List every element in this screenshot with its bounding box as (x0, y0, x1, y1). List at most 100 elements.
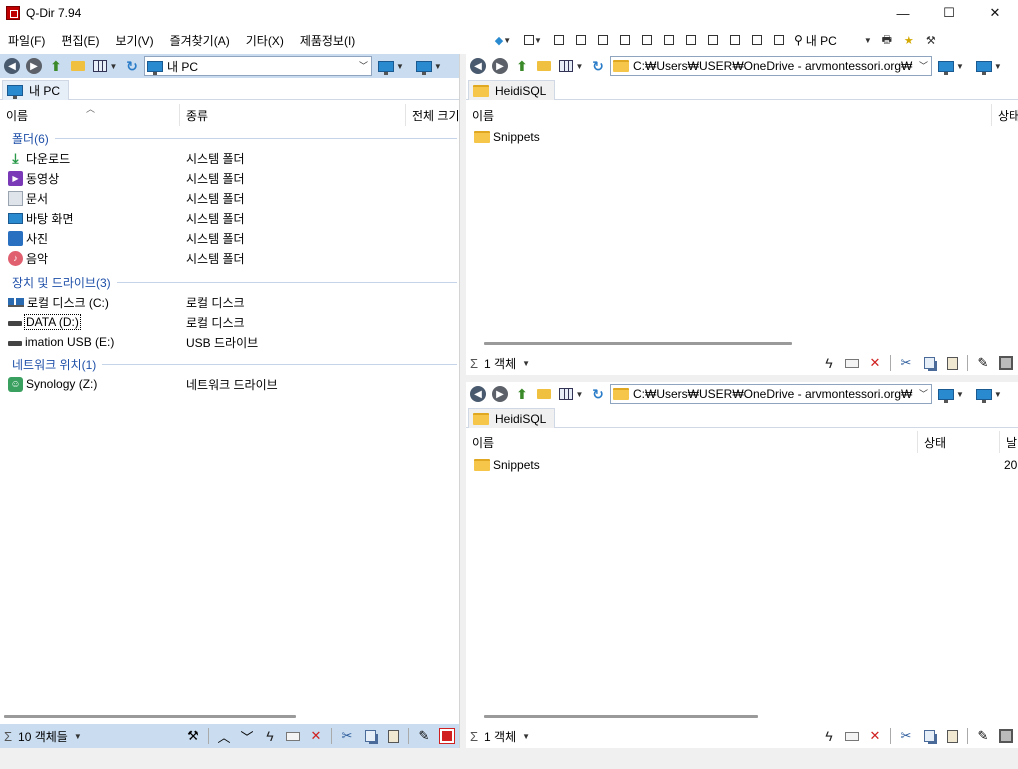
list-item[interactable]: ♪ 음악 시스템 폴더 (0, 248, 459, 268)
up-button[interactable]: ⬆ (512, 384, 532, 404)
layout-8-button[interactable] (702, 30, 724, 50)
list-item[interactable]: 로컬 디스크 (C:) 로컬 디스크 (0, 292, 459, 312)
copy-icon[interactable] (360, 726, 380, 746)
favorites-star-icon[interactable]: ★ (898, 30, 920, 50)
back-button[interactable]: ◀ (468, 56, 488, 76)
forward-button[interactable]: ▶ (490, 384, 510, 404)
layout-10-button[interactable] (746, 30, 768, 50)
layout-6-button[interactable] (658, 30, 680, 50)
column-name[interactable]: 이름 (466, 431, 918, 453)
close-button[interactable]: ✕ (972, 0, 1018, 26)
tab-this-pc[interactable]: 내 PC (2, 80, 70, 100)
delete-icon[interactable]: ✕ (306, 726, 326, 746)
list-item[interactable]: imation USB (E:) USB 드라이브 (0, 332, 459, 352)
lightning-icon[interactable]: ϟ (819, 353, 839, 373)
forward-button[interactable]: ▶ (24, 56, 44, 76)
item-count-dropdown[interactable]: 1 객체 ▼ (484, 728, 530, 745)
location-dropdown[interactable]: ⚲ 내 PC ▼ (790, 32, 876, 49)
list-item[interactable]: 사진 시스템 폴더 (0, 228, 459, 248)
copy-icon[interactable] (919, 726, 939, 746)
horizontal-splitter[interactable] (466, 375, 1018, 382)
rename-pen-icon[interactable]: ✎ (973, 726, 993, 746)
menu-view[interactable]: 보기(V) (107, 32, 161, 49)
paste-icon[interactable] (383, 726, 403, 746)
new-folder-button[interactable] (534, 56, 554, 76)
view-mode-button[interactable]: ▼ (556, 384, 586, 404)
horizontal-scrollbar[interactable] (484, 715, 758, 718)
paste-icon[interactable] (942, 353, 962, 373)
pane-view-button-2[interactable]: ▼ (975, 60, 1002, 75)
up-button[interactable]: ⬆ (512, 56, 532, 76)
menu-info[interactable]: 제품정보(I) (292, 32, 364, 49)
address-dropdown-icon[interactable]: ﹀ (919, 59, 928, 72)
group-header-folders[interactable]: 폴더(6) (0, 128, 459, 148)
chevron-up-icon[interactable]: ︿ (214, 726, 234, 746)
tab-heidisql[interactable]: HeidiSQL (468, 408, 556, 428)
layout-3-button[interactable] (592, 30, 614, 50)
pane-view-button-1[interactable]: ▼ (378, 60, 404, 75)
refresh-button[interactable]: ↻ (588, 384, 608, 404)
menu-favorites[interactable]: 즐겨찾기(A) (162, 32, 238, 49)
address-dropdown-icon[interactable]: ﹀ (919, 387, 928, 400)
address-bar[interactable]: 내 PC ﹀ (144, 56, 372, 76)
list-item[interactable]: ☺ Synology (Z:) 네트워크 드라이브 (0, 374, 459, 394)
menu-edit[interactable]: 편집(E) (53, 32, 107, 49)
menu-extras[interactable]: 기타(X) (238, 32, 292, 49)
cut-icon[interactable]: ✂ (896, 353, 916, 373)
cut-icon[interactable]: ✂ (896, 726, 916, 746)
lightning-icon[interactable]: ϟ (819, 726, 839, 746)
list-item[interactable]: Snippets (466, 127, 1018, 147)
list-item[interactable]: Snippets 20 (466, 455, 1018, 475)
pane-view-button-1[interactable]: ▼ (938, 388, 964, 403)
pane-view-button-1[interactable]: ▼ (938, 60, 964, 75)
layout-9-button[interactable] (724, 30, 746, 50)
horizontal-scrollbar[interactable] (484, 342, 792, 345)
up-button[interactable]: ⬆ (46, 56, 66, 76)
layout-4-button[interactable] (614, 30, 636, 50)
back-button[interactable]: ◀ (468, 384, 488, 404)
properties-icon[interactable] (437, 726, 457, 746)
column-name[interactable]: 이름 (466, 104, 992, 126)
view-mode-button[interactable]: ▼ (556, 56, 586, 76)
layout-5-button[interactable] (636, 30, 658, 50)
minimize-button[interactable]: — (880, 0, 926, 26)
column-total-size[interactable]: 전체 크기 (406, 104, 459, 126)
list-item[interactable]: ⤓ 다운로드 시스템 폴더 (0, 148, 459, 168)
layout-2-button[interactable] (570, 30, 592, 50)
address-dropdown-icon[interactable]: ﹀ (359, 59, 368, 72)
menu-file[interactable]: 파일(F) (0, 32, 53, 49)
horizontal-scrollbar[interactable] (4, 715, 296, 718)
address-bar[interactable]: C:₩Users₩USER₩OneDrive - arvmontessori.o… (610, 56, 932, 76)
delete-icon[interactable]: ✕ (865, 353, 885, 373)
list-item[interactable]: 바탕 화면 시스템 폴더 (0, 208, 459, 228)
list-item[interactable]: 문서 시스템 폴더 (0, 188, 459, 208)
mail-icon[interactable] (842, 353, 862, 373)
view-mode-button[interactable]: ▼ (90, 56, 120, 76)
column-status[interactable]: 상태 (992, 104, 1018, 126)
rename-pen-icon[interactable]: ✎ (414, 726, 434, 746)
list-item[interactable]: ▶ 동영상 시스템 폴더 (0, 168, 459, 188)
delete-icon[interactable]: ✕ (865, 726, 885, 746)
column-date[interactable]: 날 (1000, 431, 1018, 453)
tools-icon[interactable]: ⚒ (183, 726, 203, 746)
back-button[interactable]: ◀ (2, 56, 22, 76)
layout-7-button[interactable] (680, 30, 702, 50)
rename-pen-icon[interactable]: ✎ (973, 353, 993, 373)
chevron-down-icon[interactable]: ﹀ (237, 726, 257, 746)
lightning-icon[interactable]: ϟ (260, 726, 280, 746)
paste-icon[interactable] (942, 726, 962, 746)
network-view-button[interactable]: ◆ ▼ (488, 30, 518, 50)
new-folder-button[interactable] (68, 56, 88, 76)
column-type[interactable]: 종류 (180, 104, 406, 126)
zoom-tool-icon[interactable]: ⚒ (920, 30, 942, 50)
column-name[interactable]: 이름 ︿ (0, 104, 180, 126)
printer-icon[interactable]: 🖶 (876, 30, 898, 50)
pane-view-button-2[interactable]: ▼ (415, 60, 442, 75)
layout-dropdown-button[interactable]: ▼ (518, 30, 548, 50)
cut-icon[interactable]: ✂ (337, 726, 357, 746)
group-header-network[interactable]: 네트워크 위치(1) (0, 354, 459, 374)
layout-11-button[interactable] (768, 30, 790, 50)
column-status[interactable]: 상태 (918, 431, 1000, 453)
item-count-dropdown[interactable]: 10 객체들 ▼ (18, 728, 82, 745)
list-item[interactable]: DATA (D:) 로컬 디스크 (0, 312, 459, 332)
